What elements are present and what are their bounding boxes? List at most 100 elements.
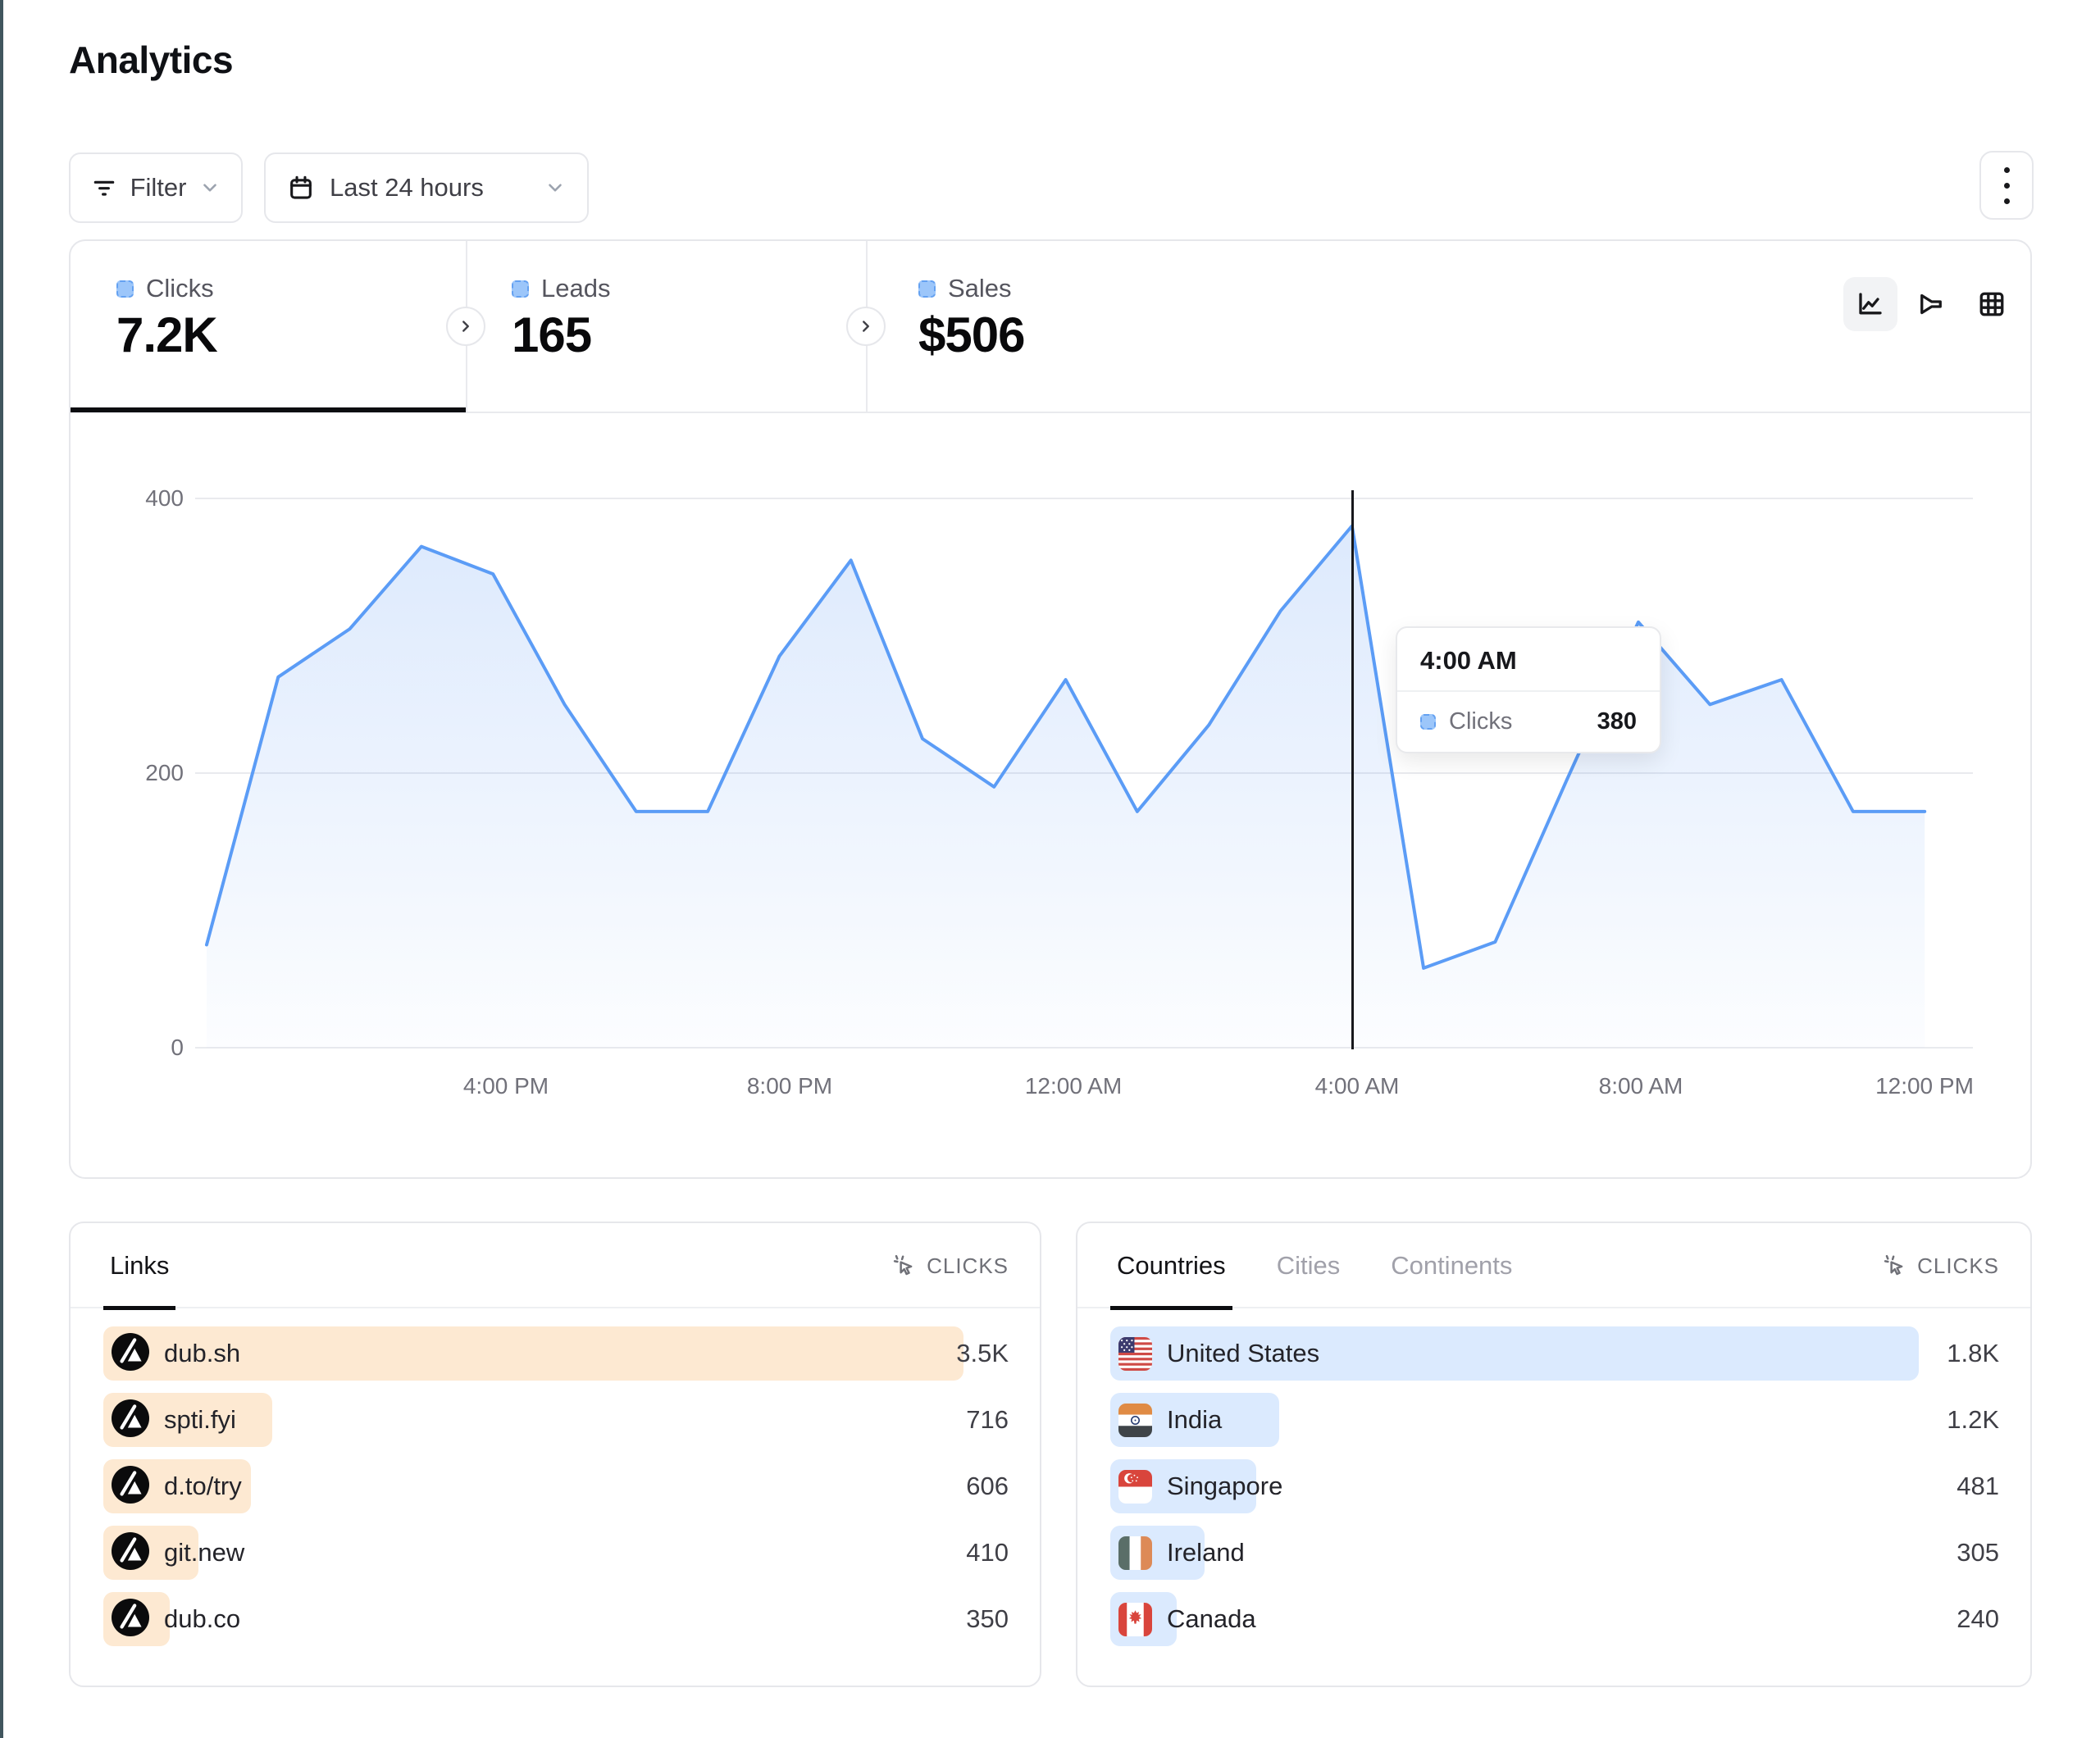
view-toggle-funnel[interactable] bbox=[1904, 277, 1958, 331]
analytics-page: Analytics Filter Last 24 hours bbox=[0, 0, 2100, 1738]
svg-text:8:00 AM: 8:00 AM bbox=[1599, 1073, 1683, 1099]
tooltip-series: Clicks bbox=[1449, 708, 1584, 735]
row-value: 481 bbox=[1957, 1459, 1999, 1513]
stat-label: Leads bbox=[541, 274, 610, 303]
tab-countries[interactable]: Countries bbox=[1110, 1223, 1232, 1308]
svg-text:8:00 PM: 8:00 PM bbox=[747, 1073, 832, 1099]
svg-text:12:00 AM: 12:00 AM bbox=[1025, 1073, 1122, 1099]
sales-legend-swatch bbox=[918, 280, 936, 298]
flag-sg-icon bbox=[1118, 1470, 1152, 1504]
clicks-legend-swatch bbox=[116, 280, 134, 298]
cursor-click-icon bbox=[1883, 1253, 1907, 1278]
stat-value: $506 bbox=[918, 307, 1024, 363]
dub-logo-icon bbox=[112, 1399, 149, 1441]
calendar-icon bbox=[287, 174, 315, 202]
view-toggle-grid[interactable] bbox=[1965, 277, 2019, 331]
dub-logo-icon bbox=[112, 1466, 149, 1508]
row-label: India bbox=[1167, 1405, 1222, 1435]
more-options-button[interactable] bbox=[1979, 151, 2034, 220]
flag-ie-icon bbox=[1118, 1536, 1152, 1570]
svg-text:12:00 PM: 12:00 PM bbox=[1875, 1073, 1974, 1099]
stat-value: 165 bbox=[512, 307, 591, 363]
stat-value: 7.2K bbox=[116, 307, 217, 363]
links-panel: Links CLICKS dub.sh3.5K spti.fyi 716 d.to/t… bbox=[69, 1222, 1041, 1687]
tab-leads[interactable]: Leads 165 bbox=[512, 241, 856, 412]
tab-links[interactable]: Links bbox=[103, 1223, 175, 1308]
link-row-d-to-try[interactable]: d.to/try606 bbox=[103, 1459, 1009, 1513]
filter-icon bbox=[91, 175, 117, 201]
row-value: 3.5K bbox=[956, 1326, 1009, 1381]
next-metric-button[interactable] bbox=[446, 307, 485, 346]
country-row-united-states[interactable]: United States1.8K bbox=[1110, 1326, 1999, 1381]
links-metric-selector[interactable]: CLICKS bbox=[892, 1223, 1009, 1308]
links-list: dub.sh3.5K spti.fyi 716 d.to/try606 git.new 4… bbox=[103, 1326, 1009, 1658]
left-accent-strip bbox=[0, 0, 3, 1738]
kebab-icon bbox=[2004, 167, 2010, 173]
svg-text:0: 0 bbox=[171, 1035, 184, 1060]
row-label: git.new bbox=[164, 1538, 244, 1567]
dub-logo-icon bbox=[112, 1333, 149, 1375]
stat-label: Clicks bbox=[146, 274, 214, 303]
leads-legend-swatch bbox=[512, 280, 529, 298]
tooltip-legend-swatch bbox=[1420, 714, 1436, 730]
tab-continents[interactable]: Continents bbox=[1384, 1223, 1519, 1308]
tooltip-time: 4:00 AM bbox=[1397, 628, 1660, 692]
grid-icon bbox=[1977, 289, 2007, 319]
link-row-dub-co[interactable]: dub.co 350 bbox=[103, 1592, 1009, 1646]
stat-label: Sales bbox=[948, 274, 1012, 303]
metric-label: CLICKS bbox=[927, 1253, 1009, 1279]
row-label: dub.co bbox=[164, 1604, 240, 1634]
link-row-git-new[interactable]: git.new 410 bbox=[103, 1526, 1009, 1580]
link-row-dub-sh[interactable]: dub.sh3.5K bbox=[103, 1326, 1009, 1381]
country-row-india[interactable]: India 1.2K bbox=[1110, 1393, 1999, 1447]
chevron-down-icon bbox=[544, 177, 566, 198]
row-value: 350 bbox=[966, 1592, 1009, 1646]
metric-label: CLICKS bbox=[1917, 1253, 1999, 1279]
row-value: 716 bbox=[966, 1393, 1009, 1447]
row-value: 1.2K bbox=[1947, 1393, 1999, 1447]
svg-text:400: 400 bbox=[145, 485, 184, 511]
filter-button-label: Filter bbox=[130, 173, 187, 202]
chevron-down-icon bbox=[199, 177, 221, 198]
link-row-spti-fyi[interactable]: spti.fyi 716 bbox=[103, 1393, 1009, 1447]
tab-cities[interactable]: Cities bbox=[1270, 1223, 1347, 1308]
svg-text:4:00 PM: 4:00 PM bbox=[463, 1073, 549, 1099]
svg-text:200: 200 bbox=[145, 760, 184, 785]
countries-metric-selector[interactable]: CLICKS bbox=[1883, 1223, 1999, 1308]
row-label: Ireland bbox=[1167, 1538, 1245, 1567]
analytics-card: Clicks 7.2K Leads 165 Sales $506 bbox=[69, 239, 2032, 1179]
row-label: United States bbox=[1167, 1339, 1319, 1368]
countries-panel-header: Countries Cities Continents CLICKS bbox=[1077, 1223, 2030, 1308]
row-label: spti.fyi bbox=[164, 1405, 236, 1435]
dub-logo-icon bbox=[112, 1599, 149, 1640]
tab-clicks[interactable]: Clicks 7.2K bbox=[116, 241, 461, 412]
links-panel-header: Links CLICKS bbox=[71, 1223, 1040, 1308]
funnel-icon bbox=[1916, 289, 1946, 319]
country-row-canada[interactable]: Canada 240 bbox=[1110, 1592, 1999, 1646]
next-metric-button[interactable] bbox=[846, 307, 886, 346]
page-title: Analytics bbox=[69, 38, 233, 82]
row-value: 410 bbox=[966, 1526, 1009, 1580]
filter-button[interactable]: Filter bbox=[69, 152, 243, 223]
view-toggle-line-chart[interactable] bbox=[1843, 277, 1897, 331]
flag-ca-icon bbox=[1118, 1603, 1152, 1636]
dub-logo-icon bbox=[112, 1532, 149, 1574]
tab-sales[interactable]: Sales $506 bbox=[918, 241, 1263, 412]
country-row-singapore[interactable]: Singapore 481 bbox=[1110, 1459, 1999, 1513]
chart-crosshair bbox=[1351, 490, 1354, 1049]
flag-in-icon bbox=[1118, 1404, 1152, 1437]
clicks-chart[interactable]: 0 200 400 4:00 PM 8:00 PM 12:00 AM 4:00 AM 8:00… bbox=[71, 412, 2030, 1179]
chart-tooltip: 4:00 AM Clicks 380 bbox=[1396, 626, 1661, 753]
svg-text:4:00 AM: 4:00 AM bbox=[1315, 1073, 1400, 1099]
country-row-ireland[interactable]: Ireland 305 bbox=[1110, 1526, 1999, 1580]
tooltip-value: 380 bbox=[1597, 708, 1637, 735]
date-range-button[interactable]: Last 24 hours bbox=[264, 152, 589, 223]
row-label: d.to/try bbox=[164, 1472, 242, 1501]
row-label: Singapore bbox=[1167, 1472, 1282, 1501]
countries-list: United States1.8K India 1.2K Singapore 481 Ir… bbox=[1110, 1326, 1999, 1658]
countries-panel: Countries Cities Continents CLICKS bbox=[1076, 1222, 2032, 1687]
line-chart-icon bbox=[1856, 289, 1885, 319]
row-label: Canada bbox=[1167, 1604, 1256, 1634]
row-value: 240 bbox=[1957, 1592, 1999, 1646]
row-value: 305 bbox=[1957, 1526, 1999, 1580]
